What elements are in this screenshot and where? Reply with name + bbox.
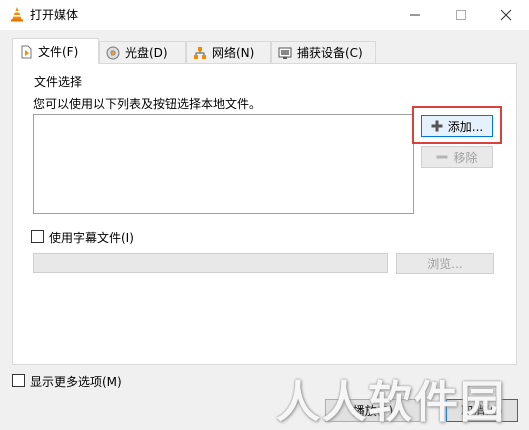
remove-button-label: 移除 bbox=[453, 150, 478, 165]
minus-icon bbox=[436, 155, 448, 159]
close-button[interactable] bbox=[483, 0, 529, 30]
subtitle-path-field bbox=[33, 253, 388, 273]
minimize-icon bbox=[410, 14, 420, 16]
tab-label: 网络(N) bbox=[212, 46, 255, 60]
browse-button[interactable]: 浏览... bbox=[396, 253, 494, 274]
tab-file[interactable]: 文件(F) bbox=[12, 38, 99, 64]
tab-label: 捕获设备(C) bbox=[297, 46, 363, 60]
vlc-cone-icon bbox=[9, 6, 25, 22]
disc-icon bbox=[106, 46, 120, 59]
group-title: 文件选择 bbox=[31, 73, 86, 90]
add-button[interactable]: 添加... bbox=[421, 115, 493, 137]
more-options-label: 显示更多选项(M) bbox=[30, 375, 122, 389]
tab-label: 文件(F) bbox=[38, 45, 79, 59]
tab-label: 光盘(D) bbox=[125, 46, 168, 60]
capture-device-icon bbox=[278, 47, 292, 59]
file-list[interactable] bbox=[33, 114, 414, 214]
more-options-checkbox[interactable] bbox=[12, 374, 25, 387]
maximize-button[interactable] bbox=[438, 0, 484, 30]
instruction-text: 您可以使用以下列表及按钮选择本地文件。 bbox=[33, 97, 262, 111]
remove-button[interactable]: 移除 bbox=[421, 146, 493, 168]
subtitle-checkbox[interactable] bbox=[31, 230, 44, 243]
file-icon bbox=[21, 45, 32, 58]
watermark-text: 人人软件园 bbox=[276, 377, 506, 428]
maximize-icon bbox=[456, 10, 466, 20]
close-icon bbox=[500, 9, 512, 21]
network-icon bbox=[194, 46, 206, 59]
minimize-button[interactable] bbox=[392, 0, 438, 30]
plus-icon bbox=[431, 120, 443, 132]
tab-network[interactable]: 网络(N) bbox=[186, 41, 271, 63]
subtitle-checkbox-label: 使用字幕文件(I) bbox=[49, 229, 137, 246]
add-button-label: 添加... bbox=[447, 119, 484, 134]
tab-capture-device[interactable]: 捕获设备(C) bbox=[271, 41, 376, 63]
window-title: 打开媒体 bbox=[30, 8, 79, 22]
tab-disc[interactable]: 光盘(D) bbox=[99, 41, 186, 63]
